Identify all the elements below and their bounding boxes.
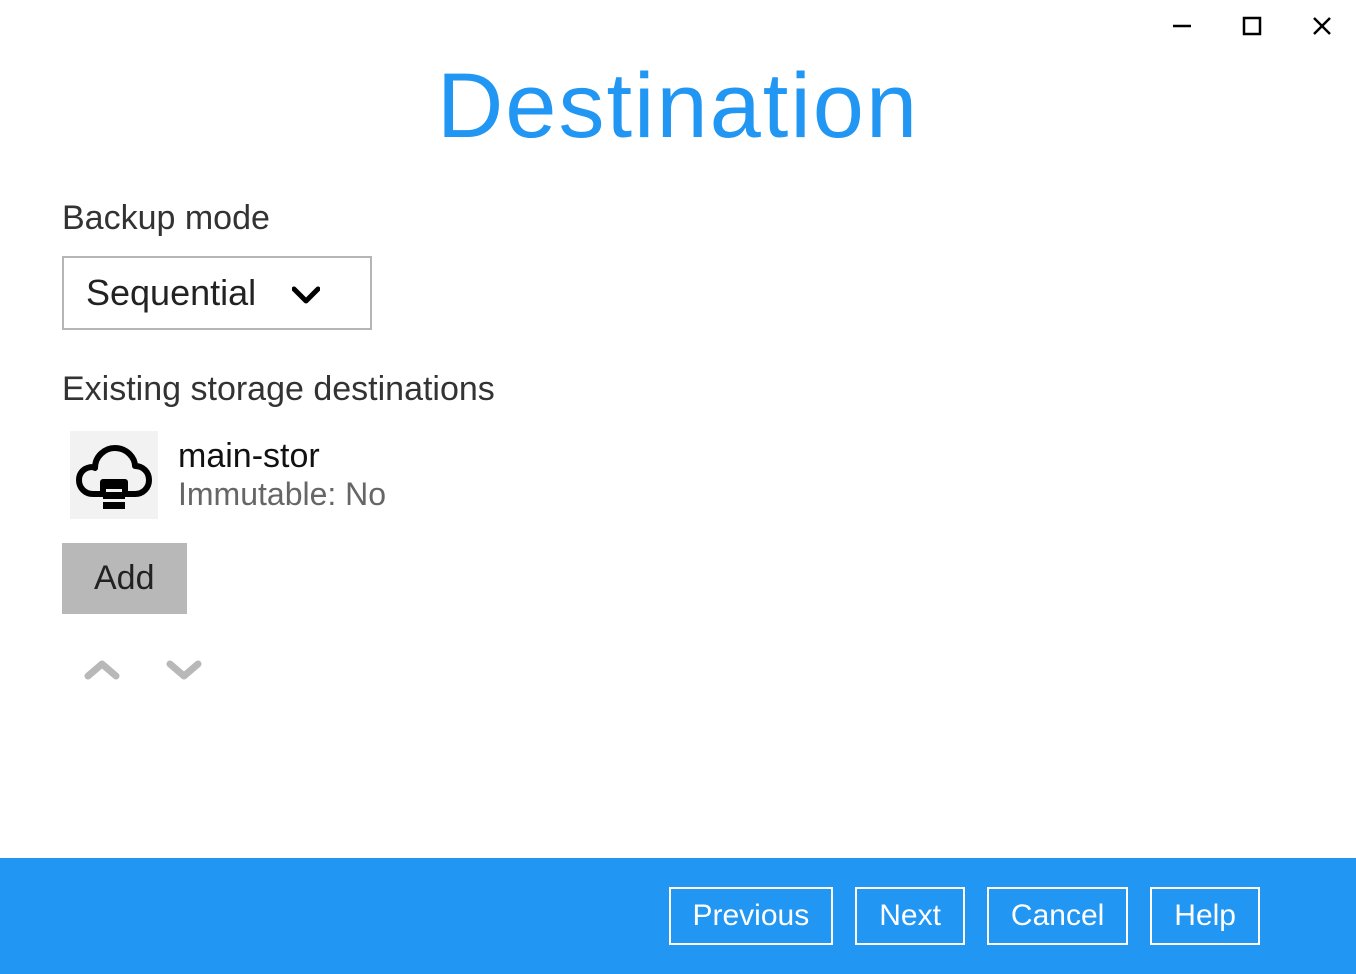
backup-mode-select[interactable]: Sequential	[62, 256, 372, 330]
help-button[interactable]: Help	[1150, 887, 1260, 945]
move-down-button[interactable]	[166, 652, 202, 688]
destination-text: main-stor Immutable: No	[178, 437, 386, 513]
backup-mode-label: Backup mode	[62, 199, 1294, 238]
page-title: Destination	[0, 54, 1356, 159]
add-button[interactable]: Add	[62, 543, 187, 614]
content-area: Backup mode Sequential Existing storage …	[0, 159, 1356, 858]
backup-mode-value: Sequential	[86, 272, 256, 314]
destination-item[interactable]: main-stor Immutable: No	[62, 427, 1294, 523]
move-up-button[interactable]	[84, 652, 120, 688]
maximize-button[interactable]	[1238, 12, 1266, 40]
cloud-storage-icon	[70, 431, 158, 519]
footer-bar: Previous Next Cancel Help	[0, 858, 1356, 974]
previous-button[interactable]: Previous	[669, 887, 834, 945]
close-button[interactable]	[1308, 12, 1336, 40]
destinations-label: Existing storage destinations	[62, 370, 1294, 409]
cancel-button[interactable]: Cancel	[987, 887, 1128, 945]
reorder-controls	[62, 652, 1294, 688]
window-controls	[1168, 12, 1336, 40]
next-button[interactable]: Next	[855, 887, 965, 945]
chevron-down-icon	[292, 272, 348, 314]
destination-name: main-stor	[178, 437, 386, 476]
minimize-button[interactable]	[1168, 12, 1196, 40]
destination-immutable: Immutable: No	[178, 476, 386, 513]
destinations-list: main-stor Immutable: No	[62, 427, 1294, 523]
